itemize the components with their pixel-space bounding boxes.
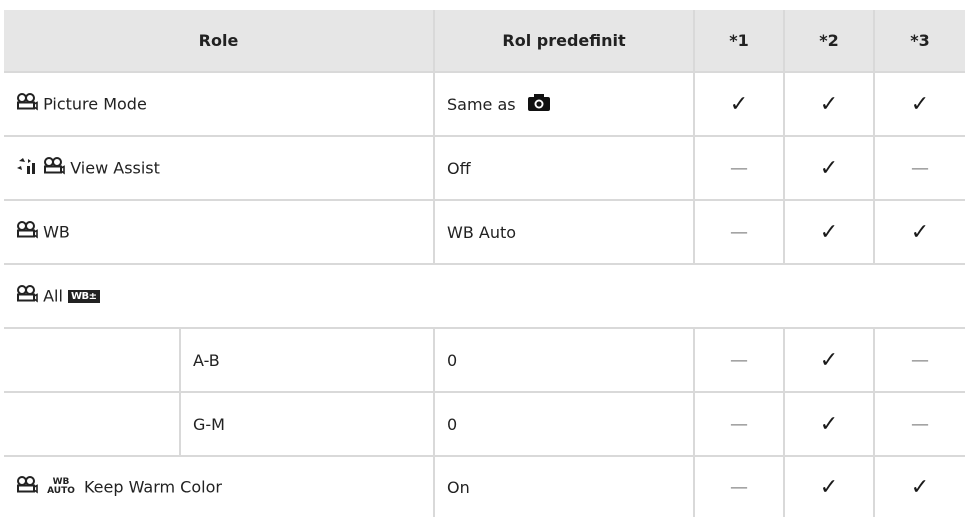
movie-icon (16, 93, 38, 115)
dash-mark: — (911, 413, 929, 435)
dash-mark: — (911, 157, 929, 179)
mark-col-1: — (693, 391, 785, 457)
wb-auto-icon: WB AUTO (47, 478, 75, 496)
mark-col-2: ✓ (783, 71, 875, 137)
table-row: G-M 0 — ✓ — (4, 391, 965, 457)
header-col-1: *1 (693, 10, 785, 73)
check-mark: ✓ (910, 219, 930, 245)
role-label: Picture Mode (43, 94, 147, 114)
wb-compensation-icon: WB± (68, 289, 100, 303)
dash-mark: — (730, 476, 748, 498)
dash-mark: — (730, 157, 748, 179)
default-value: Same as (447, 94, 516, 114)
role-cell: Picture Mode (4, 71, 435, 137)
table-row: View Assist Off — ✓ — (4, 135, 965, 201)
check-mark: ✓ (910, 474, 930, 500)
sub-role-label: A-B (193, 351, 220, 370)
movie-icon (16, 285, 38, 307)
default-cell: Off (433, 135, 695, 201)
default-value: On (447, 478, 470, 497)
settings-table: Role Rol predefinit *1 *2 *3 Picture Mod… (4, 10, 965, 517)
sub-role-cell: G-M (179, 391, 435, 457)
mark-col-3: — (873, 391, 965, 457)
mark-col-2: ✓ (783, 327, 875, 393)
mark-col-3: ✓ (873, 199, 965, 265)
role-label: Keep Warm Color (83, 477, 222, 497)
sub-role-cell: A-B (179, 327, 435, 393)
check-mark: ✓ (819, 474, 839, 500)
table-row: Picture Mode Same as ✓ ✓ ✓ (4, 71, 965, 137)
mark-col-1: — (693, 199, 785, 265)
header-role: Role (4, 10, 435, 73)
table-row: WB WB Auto — ✓ ✓ (4, 199, 965, 265)
default-cell: Same as (433, 71, 695, 137)
mark-col-1: ✓ (693, 71, 785, 137)
role-cell: View Assist (4, 135, 435, 201)
dash-mark: — (730, 221, 748, 243)
header-row: Role Rol predefinit *1 *2 *3 (4, 10, 965, 73)
mark-col-1: — (693, 135, 785, 201)
default-value: 0 (447, 415, 458, 434)
header-default: Rol predefinit (433, 10, 695, 73)
mark-col-2: ✓ (783, 391, 875, 457)
default-cell: 0 (433, 391, 695, 457)
default-value: 0 (447, 351, 458, 370)
settings-table-container: Role Rol predefinit *1 *2 *3 Picture Mod… (0, 0, 969, 517)
dash-mark: — (911, 349, 929, 371)
movie-icon (16, 221, 38, 243)
role-label: All (43, 286, 63, 306)
dash-mark: — (730, 349, 748, 371)
table-row: A-B 0 — ✓ — (4, 327, 965, 393)
mark-col-1: — (693, 327, 785, 393)
indent-cell (4, 327, 181, 393)
check-mark: ✓ (819, 219, 839, 245)
check-mark: ✓ (729, 91, 749, 117)
role-cell: All WB± (4, 263, 965, 329)
role-cell: WB (4, 199, 435, 265)
wb-auto-bottom: AUTO (47, 486, 75, 496)
mark-col-2: ✓ (783, 199, 875, 265)
section-row: All WB± (4, 263, 965, 329)
indent-cell (4, 391, 181, 457)
movie-icon (16, 476, 38, 498)
dash-mark: — (730, 413, 748, 435)
mark-col-3: — (873, 135, 965, 201)
role-label: WB (43, 222, 70, 242)
check-mark: ✓ (819, 91, 839, 117)
check-mark: ✓ (819, 155, 839, 181)
check-mark: ✓ (910, 91, 930, 117)
sub-role-label: G-M (193, 415, 225, 434)
default-value: WB Auto (447, 223, 517, 242)
check-mark: ✓ (819, 347, 839, 373)
mark-col-3: — (873, 327, 965, 393)
camera-icon (527, 93, 551, 116)
movie-icon (43, 157, 65, 179)
default-value: Off (447, 159, 471, 178)
mark-col-2: ✓ (783, 135, 875, 201)
view-assist-icon (16, 157, 38, 179)
mark-col-3: ✓ (873, 71, 965, 137)
default-cell: WB Auto (433, 199, 695, 265)
header-col-2: *2 (783, 10, 875, 73)
role-label: View Assist (70, 158, 160, 178)
header-col-3: *3 (873, 10, 965, 73)
default-cell: 0 (433, 327, 695, 393)
check-mark: ✓ (819, 411, 839, 437)
